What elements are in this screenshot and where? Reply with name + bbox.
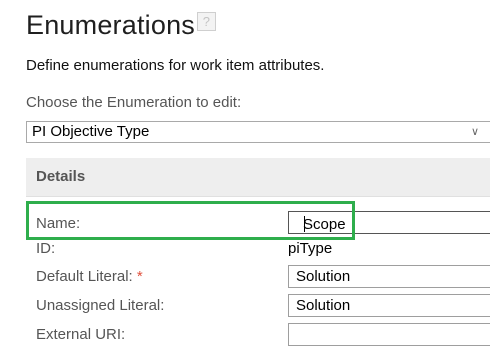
external-uri-label: External URI: — [36, 326, 126, 343]
unassigned-literal-value: Solution — [296, 297, 351, 314]
id-label: ID: — [36, 240, 56, 257]
details-title: Details — [36, 168, 86, 185]
required-marker: * — [136, 268, 143, 285]
default-literal-select[interactable]: Solution — [288, 265, 490, 288]
enumeration-select[interactable]: PI Objective Type ∨ — [26, 121, 490, 143]
enumeration-select-value: PI Objective Type — [32, 123, 150, 140]
unassigned-literal-label: Unassigned Literal: — [36, 297, 165, 314]
id-value: piType — [288, 240, 333, 257]
details-section-header: Details — [26, 158, 490, 197]
default-literal-label-text: Default Literal: — [36, 268, 137, 285]
page-title: Enumerations? — [26, 10, 216, 41]
chevron-down-icon: ∨ — [470, 126, 479, 138]
page-title-text: Enumerations — [26, 10, 195, 40]
unassigned-literal-select[interactable]: Solution — [288, 294, 490, 317]
default-literal-label: Default Literal: * — [36, 268, 143, 285]
page-description: Define enumerations for work item attrib… — [26, 57, 325, 74]
enumeration-chooser-label: Choose the Enumeration to edit: — [26, 94, 242, 111]
external-uri-input[interactable] — [288, 323, 490, 346]
name-row-highlight — [26, 201, 355, 240]
help-icon[interactable]: ? — [197, 12, 216, 31]
default-literal-value: Solution — [296, 268, 351, 285]
